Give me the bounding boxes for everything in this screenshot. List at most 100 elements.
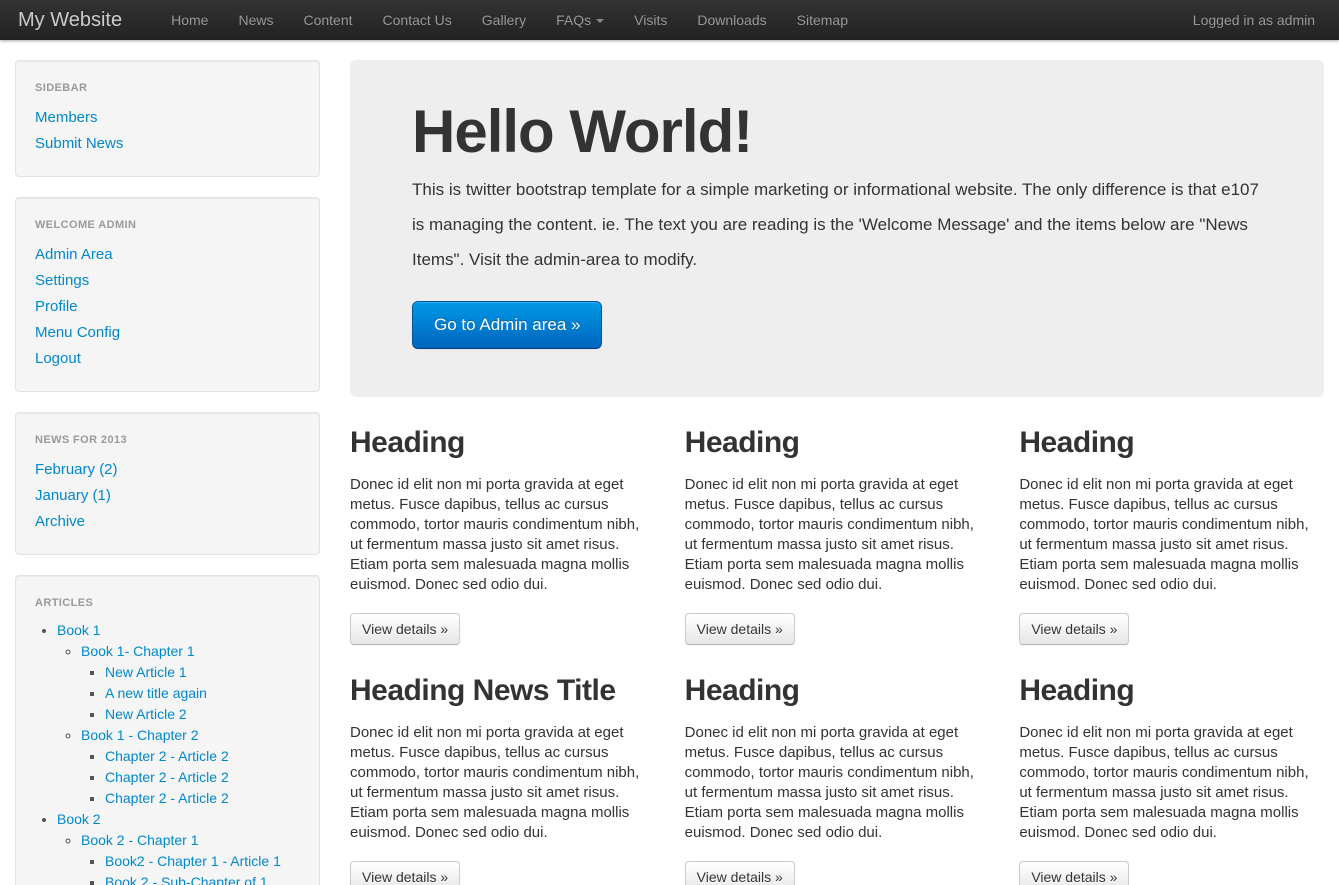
nav-link-label: Gallery (481, 11, 527, 28)
tree-item: Book 1 Book 1- Chapter 1 New Article 1 A ne… (57, 620, 300, 809)
sidebar-block: WELCOME ADMIN Admin Area Settings Profile Me… (15, 197, 320, 392)
nav-link-home[interactable]: Home (156, 1, 223, 40)
sidebar-block: NEWS FOR 2013 February (2) January (1) Arch… (15, 412, 320, 555)
tree-item: Book 1- Chapter 1 New Article 1 A new titl… (81, 641, 300, 725)
tree-item: Book 1 - Chapter 2 Chapter 2 - Article 2 C… (81, 725, 300, 809)
sidebar-blocks: SIDEBAR Members Submit News WELCOME ADMIN Ad… (15, 60, 320, 555)
nav-link-label: Contact Us (382, 11, 452, 28)
sidebar-item-archive[interactable]: Archive (35, 509, 300, 535)
articles-heading: ARTICLES (35, 597, 94, 609)
tree-link[interactable]: Book 2 - Sub-Chapter of 1 (105, 874, 268, 885)
news-item-body: Donec id elit non mi porta gravida at eg… (1019, 476, 1309, 593)
tree-item: Book 2 - Sub-Chapter of 1SubChapter Page (105, 872, 300, 885)
news-item: Heading Donec id elit non mi porta gravid… (350, 425, 655, 673)
sidebar-item-settings[interactable]: Settings (35, 268, 300, 294)
tree-item: New Article 2 (105, 704, 300, 725)
tree-link[interactable]: Chapter 2 - Article 2 (105, 790, 229, 806)
nav-link-label: Content (303, 11, 353, 28)
tree-link[interactable]: Book 2 (57, 811, 101, 827)
sidebar-item-submit-news[interactable]: Submit News (35, 131, 300, 157)
primary-nav: Home News Content Contact Us Gallery FAQs Visi… (156, 1, 1178, 40)
list-item: Submit News (35, 131, 300, 157)
hero-body: This is twitter bootstrap template for a… (412, 180, 1259, 269)
sidebar-block-list: Admin Area Settings Profile Menu Config Logo… (35, 242, 300, 372)
news-item-body: Donec id elit non mi porta gravida at eg… (350, 476, 640, 593)
tree-link[interactable]: Book 1 (57, 622, 101, 638)
go-to-admin-button[interactable]: Go to Admin area » (412, 301, 603, 349)
sidebar-item-logout[interactable]: Logout (35, 346, 300, 372)
nav-link-contact-us[interactable]: Contact Us (368, 1, 467, 40)
tree-link[interactable]: New Article 1 (105, 664, 187, 680)
nav-item-sitemap[interactable]: Sitemap (782, 1, 863, 40)
top-navbar: My Website Home News Content Contact Us Gall… (0, 0, 1339, 40)
news-item-body: Donec id elit non mi porta gravida at eg… (1019, 724, 1309, 841)
tree-link[interactable]: Book 2 - Chapter 1 (81, 832, 199, 848)
sidebar-block: SIDEBAR Members Submit News (15, 60, 320, 177)
nav-item-news[interactable]: News (223, 1, 288, 40)
nav-link-faqs[interactable]: FAQs (541, 1, 619, 40)
tree-link[interactable]: Chapter 2 - Article 2 (105, 769, 229, 785)
tree-link[interactable]: Book 1 - Chapter 2 (81, 727, 199, 743)
articles-tree: Book 1 Book 1- Chapter 1 New Article 1 A ne… (35, 620, 300, 885)
site-brand[interactable]: My Website (18, 10, 142, 30)
nav-link-label: Visits (634, 11, 668, 28)
nav-item-content[interactable]: Content (288, 1, 367, 40)
tree-link[interactable]: A new title again (105, 685, 207, 701)
view-details-button[interactable]: View details » (1019, 861, 1130, 885)
view-details-button[interactable]: View details » (684, 613, 795, 645)
nav-item-downloads[interactable]: Downloads (682, 1, 781, 40)
tree-link[interactable]: New Article 2 (105, 706, 187, 722)
nav-link-visits[interactable]: Visits (619, 1, 682, 40)
view-details-button[interactable]: View details » (350, 613, 461, 645)
list-item: Members (35, 105, 300, 131)
nav-item-gallery[interactable]: Gallery (467, 1, 541, 40)
tree-link[interactable]: Book 1- Chapter 1 (81, 643, 195, 659)
tree-item: Book 2 Book 2 - Chapter 1 Book2 - Chapter … (57, 809, 300, 885)
nav-item-home[interactable]: Home (156, 1, 223, 40)
sidebar-item-january-1[interactable]: January (1) (35, 483, 300, 509)
sidebar-item-members[interactable]: Members (35, 105, 300, 131)
sidebar-block-list: Members Submit News (35, 105, 300, 157)
sidebar-item-february-2[interactable]: February (2) (35, 457, 300, 483)
news-item: Heading Donec id elit non mi porta gravid… (1019, 425, 1324, 673)
list-item: Admin Area (35, 242, 300, 268)
tree-sublist: Book 2 - Chapter 1 Book2 - Chapter 1 - Ar… (57, 830, 300, 885)
nav-link-news[interactable]: News (223, 1, 288, 40)
news-item-body: Donec id elit non mi porta gravida at eg… (684, 724, 974, 841)
tree-link[interactable]: Book2 - Chapter 1 - Article 1 (105, 853, 281, 869)
view-details-button[interactable]: View details » (684, 861, 795, 885)
tree-sublist: Book 1- Chapter 1 New Article 1 A new titl… (57, 641, 300, 809)
chevron-down-icon (596, 18, 605, 23)
tree-item: Chapter 2 - Article 2 (105, 746, 300, 767)
nav-link-gallery[interactable]: Gallery (467, 1, 541, 40)
tree-link[interactable]: Chapter 2 - Article 2 (105, 748, 229, 764)
nav-item-contact-us[interactable]: Contact Us (368, 1, 467, 40)
sidebar-block-heading: SIDEBAR (35, 82, 88, 94)
view-details-button[interactable]: View details » (350, 861, 461, 885)
sidebar-item-menu-config[interactable]: Menu Config (35, 320, 300, 346)
page-container: SIDEBAR Members Submit News WELCOME ADMIN Ad… (0, 40, 1339, 885)
tree-sublist: New Article 1 A new title again New Articl… (81, 662, 300, 725)
articles-block: ARTICLES Book 1 Book 1- Chapter 1 New Arti… (15, 575, 320, 885)
list-item: February (2) (35, 457, 300, 483)
nav-link-downloads[interactable]: Downloads (682, 1, 781, 40)
tree-item: Book 2 - Chapter 1 Book2 - Chapter 1 - Ar… (81, 830, 300, 885)
sidebar-item-admin-area[interactable]: Admin Area (35, 242, 300, 268)
login-status: Logged in as admin (1192, 11, 1315, 28)
nav-link-label: News (238, 11, 274, 28)
sidebar-block-heading: WELCOME ADMIN (35, 219, 137, 231)
nav-link-content[interactable]: Content (288, 1, 367, 40)
nav-link-sitemap[interactable]: Sitemap (782, 1, 863, 40)
news-grid: Heading Donec id elit non mi porta gravid… (350, 425, 1324, 885)
list-item: Menu Config (35, 320, 300, 346)
view-details-button[interactable]: View details » (1019, 613, 1130, 645)
news-item-body: Donec id elit non mi porta gravida at eg… (350, 724, 640, 841)
main-content: Hello World! This is twitter bootstrap t… (350, 60, 1324, 885)
news-item-title: Heading (684, 426, 800, 459)
nav-item-faqs[interactable]: FAQs (541, 1, 619, 40)
sidebar-item-profile[interactable]: Profile (35, 294, 300, 320)
news-item-title: Heading (684, 674, 800, 707)
nav-item-visits[interactable]: Visits (619, 1, 682, 40)
hero-title: Hello World! (412, 98, 753, 165)
news-item-title: Heading (350, 426, 465, 459)
